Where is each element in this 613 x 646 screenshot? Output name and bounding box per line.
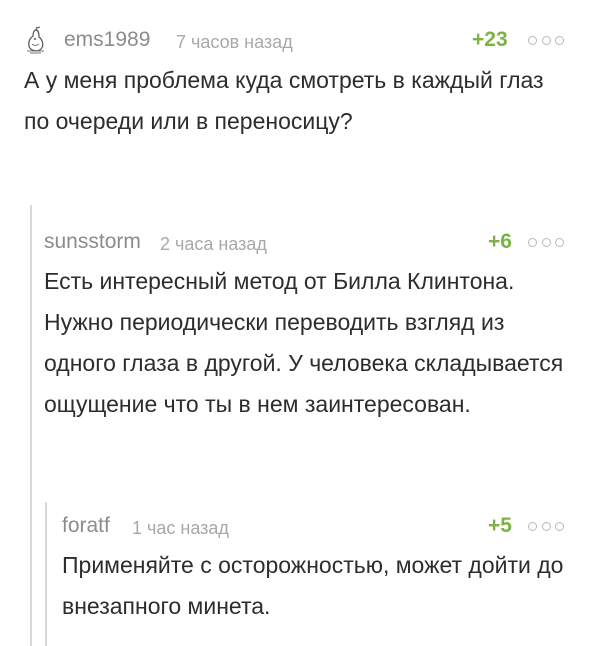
comment-timestamp: 7 часов назад [176,32,293,52]
comment-timestamp: 1 час назад [132,518,229,538]
comment-text: Есть интересный метод от Билла Клинтона.… [44,268,564,417]
comment-text: Применяйте с осторожностью, может дойти … [62,552,564,619]
comment-timestamp: 2 часа назад [160,234,267,254]
more-options-icon[interactable] [528,232,564,252]
comment-author[interactable]: ems1989 [64,26,150,54]
pear-sketch-avatar-icon[interactable] [24,26,48,54]
more-options-icon[interactable] [528,516,564,536]
comment-header: ems1989 7 часов назад +23 [24,26,584,56]
thread-line-level-1 [30,205,32,646]
comment-rating: +5 [488,514,512,537]
comment-rating: +23 [472,28,508,51]
comment-author[interactable]: foratf [62,512,110,540]
comment-ems1989: ems1989 7 часов назад +23 А у меня пробл… [24,26,584,196]
comment-text: А у меня проблема куда смотреть в каждый… [24,67,544,134]
comment-sunsstorm: sunsstorm 2 часа назад +6 Есть интересны… [44,228,584,468]
comment-rating: +6 [488,230,512,253]
comment-header: foratf 1 час назад +5 [62,512,584,542]
comment-header: sunsstorm 2 часа назад +6 [44,228,584,258]
more-options-icon[interactable] [528,30,564,50]
thread-line-level-2 [45,502,47,646]
comment-author[interactable]: sunsstorm [44,228,141,256]
comment-foratf: foratf 1 час назад +5 Применяйте с остор… [62,512,584,642]
